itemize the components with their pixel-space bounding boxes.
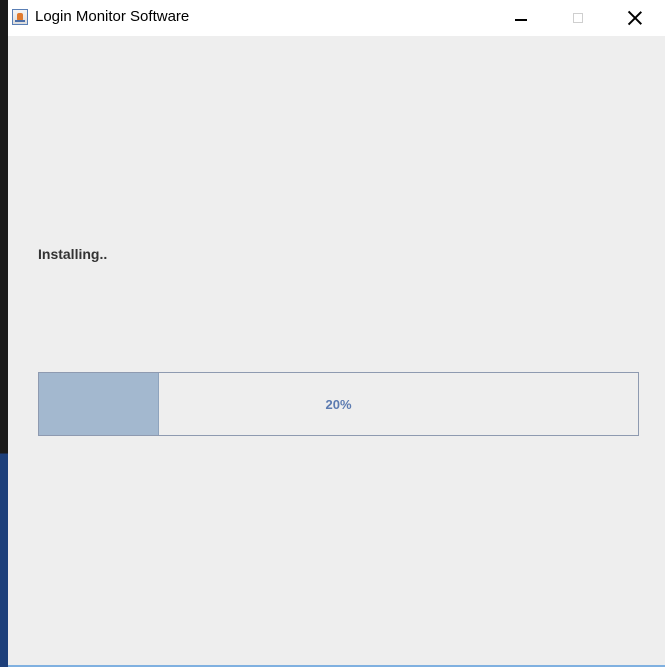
java-app-icon[interactable] [12,9,28,25]
status-label: Installing.. [38,246,108,262]
progress-percent-text: 20% [325,396,352,412]
title-bar[interactable]: Login Monitor Software [8,0,665,36]
app-window: Login Monitor Software Installing.. 20% [0,0,665,667]
close-icon [628,11,642,25]
install-progress-bar: 20% [38,372,639,436]
window-frame-left-edge [0,0,8,667]
maximize-button[interactable] [555,0,601,36]
maximize-icon [573,13,583,23]
minimize-button[interactable] [498,0,544,36]
content-panel: Installing.. 20% [8,36,665,665]
window-title: Login Monitor Software [35,8,190,25]
close-button[interactable] [612,0,658,36]
minimize-icon [515,19,527,21]
